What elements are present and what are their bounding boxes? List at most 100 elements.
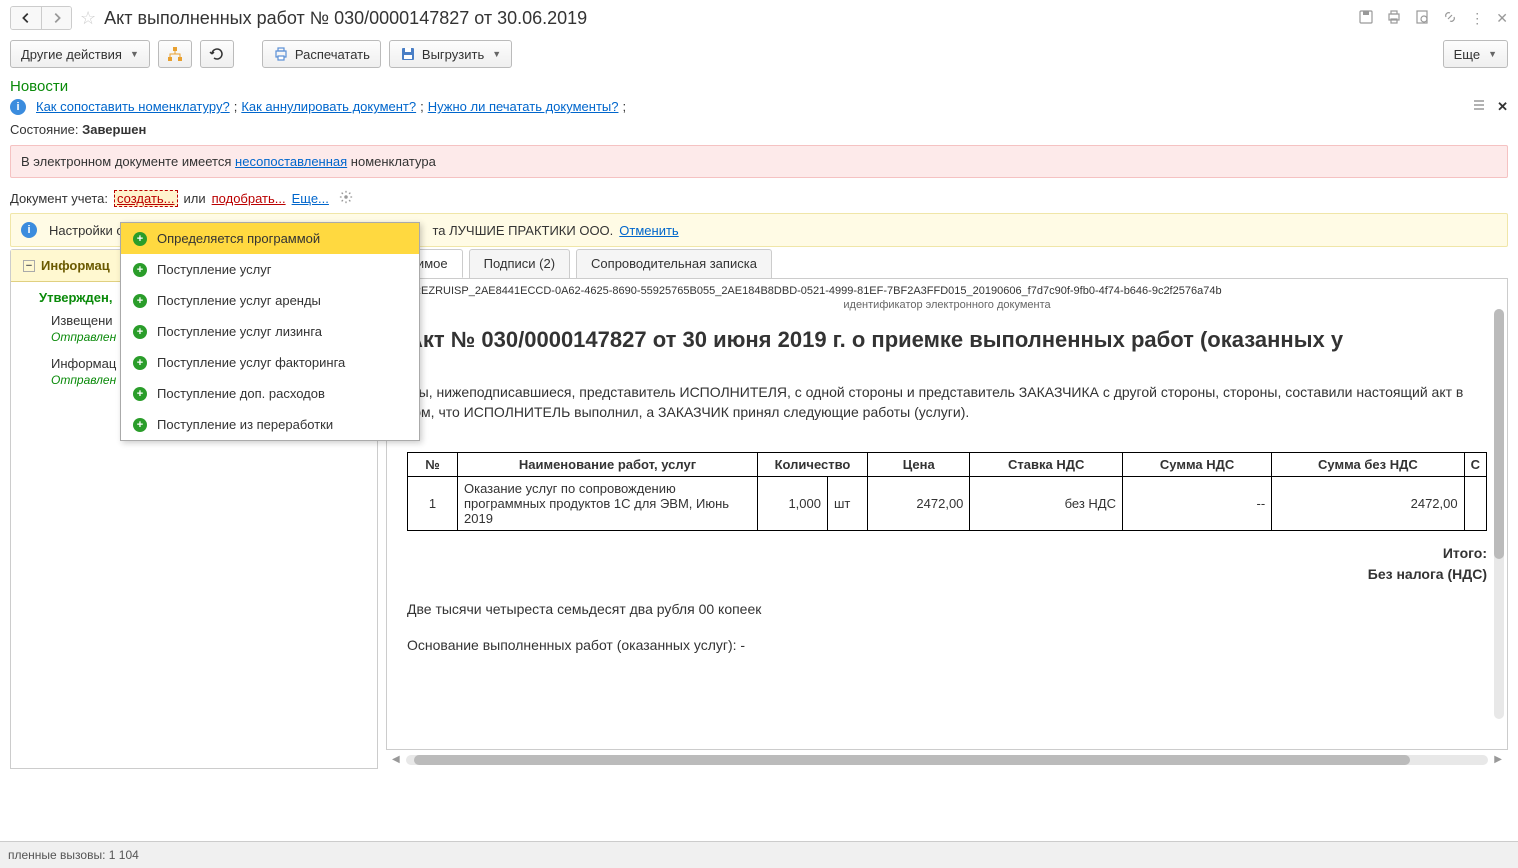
plus-icon: +	[133, 325, 147, 339]
doc-more-link[interactable]: Еще...	[292, 191, 329, 206]
refresh-button[interactable]	[200, 40, 234, 68]
th-qty: Количество	[758, 453, 868, 477]
more-label: Еще	[1454, 47, 1480, 62]
th-sum-no-vat: Сумма без НДС	[1272, 453, 1464, 477]
news-link-2[interactable]: Как аннулировать документ?	[241, 99, 416, 114]
horizontal-scrollbar[interactable]: ◀ ▶	[386, 750, 1508, 769]
more-button[interactable]: Еще ▼	[1443, 40, 1508, 68]
cell-name: Оказание услуг по сопровождению программ…	[458, 477, 758, 531]
arrow-left-icon	[19, 11, 33, 25]
caret-down-icon: ▼	[492, 49, 501, 59]
floppy-icon	[400, 46, 416, 62]
cell-num: 1	[408, 477, 458, 531]
save-icon[interactable]	[1358, 9, 1374, 28]
list-icon[interactable]	[1471, 97, 1487, 116]
cell-extra	[1464, 477, 1486, 531]
cell-sum-no-vat: 2472,00	[1272, 477, 1464, 531]
print-button[interactable]: Распечатать	[262, 40, 381, 68]
plus-icon: +	[133, 232, 147, 246]
info-icon: i	[21, 222, 37, 238]
basis-line: Основание выполненных работ (оказанных у…	[407, 637, 1487, 653]
document-viewer: _REZRUISP_2AE8441ECCD-0A62-4625-8690-559…	[386, 278, 1508, 750]
news-link-3[interactable]: Нужно ли печатать документы?	[428, 99, 619, 114]
plus-icon: +	[133, 294, 147, 308]
doc-paragraph: Мы, нижеподписавшиеся, представитель ИСП…	[407, 383, 1487, 422]
plus-icon: +	[133, 356, 147, 370]
nav-forward-button[interactable]	[41, 7, 71, 29]
th-extra: С	[1464, 453, 1486, 477]
export-button[interactable]: Выгрузить ▼	[389, 40, 512, 68]
collapse-icon[interactable]: −	[23, 260, 35, 272]
plus-icon: +	[133, 263, 147, 277]
plus-icon: +	[133, 387, 147, 401]
link-icon[interactable]	[1442, 9, 1458, 28]
pick-link[interactable]: подобрать...	[212, 191, 286, 206]
arrow-right-icon	[50, 11, 64, 25]
warning-suffix: номенклатура	[347, 154, 436, 169]
th-num: №	[408, 453, 458, 477]
gear-icon[interactable]	[339, 190, 353, 207]
doc-label: Документ учета:	[10, 191, 108, 206]
plus-icon: +	[133, 418, 147, 432]
dropdown-item-leasing[interactable]: + Поступление услуг лизинга	[121, 316, 419, 347]
state-label: Состояние:	[10, 122, 78, 137]
close-news-icon[interactable]: ✕	[1497, 99, 1508, 115]
cell-qty: 1,000	[758, 477, 828, 531]
dropdown-item-auto[interactable]: + Определяется программой	[121, 223, 419, 254]
page-title: Акт выполненных работ № 030/0000147827 о…	[104, 8, 587, 29]
export-label: Выгрузить	[422, 47, 484, 62]
refresh-icon	[209, 46, 225, 62]
hierarchy-icon	[167, 46, 183, 62]
amount-words: Две тысячи четыреста семьдесят два рубля…	[407, 601, 1487, 617]
warning-link[interactable]: несопоставленная	[235, 154, 347, 169]
news-heading: Новости	[10, 78, 1508, 95]
status-text: пленные вызовы: 1 104	[8, 848, 139, 862]
print-label: Распечатать	[295, 47, 370, 62]
favorite-star-icon[interactable]: ☆	[80, 8, 96, 29]
close-icon[interactable]: ✕	[1496, 10, 1508, 27]
caret-down-icon: ▼	[130, 49, 139, 59]
other-actions-button[interactable]: Другие действия ▼	[10, 40, 150, 68]
caret-down-icon: ▼	[1488, 49, 1497, 59]
doc-id-line: _REZRUISP_2AE8441ECCD-0A62-4625-8690-559…	[407, 285, 1487, 297]
print-icon[interactable]	[1386, 9, 1402, 28]
or-text: или	[184, 191, 206, 206]
table-row: 1 Оказание услуг по сопровождению програ…	[408, 477, 1487, 531]
doc-id-sub: идентификатор электронного документа	[407, 299, 1487, 311]
dropdown-item-rent[interactable]: + Поступление услуг аренды	[121, 285, 419, 316]
works-table: № Наименование работ, услуг Количество Ц…	[407, 452, 1487, 531]
printer-icon	[273, 46, 289, 62]
cell-vat-rate: без НДС	[970, 477, 1123, 531]
dropdown-item-add-expenses[interactable]: + Поступление доп. расходов	[121, 378, 419, 409]
hierarchy-button[interactable]	[158, 40, 192, 68]
info-icon: i	[10, 99, 26, 115]
dropdown-item-services[interactable]: + Поступление услуг	[121, 254, 419, 285]
report-icon[interactable]	[1414, 9, 1430, 28]
doc-heading: Акт № 030/0000147827 от 30 июня 2019 г. …	[407, 327, 1487, 353]
create-link[interactable]: создать...	[114, 190, 178, 207]
dropdown-item-processing[interactable]: + Поступление из переработки	[121, 409, 419, 440]
other-actions-label: Другие действия	[21, 47, 122, 62]
status-bar: пленные вызовы: 1 104	[0, 841, 1518, 868]
create-dropdown-menu: + Определяется программой + Поступление …	[120, 222, 420, 441]
news-link-1[interactable]: Как сопоставить номенклатуру?	[36, 99, 230, 114]
cancel-link[interactable]: Отменить	[619, 223, 678, 238]
tab-cover-note[interactable]: Сопроводительная записка	[576, 249, 772, 278]
total-label: Итого:	[407, 543, 1487, 564]
cell-vat-sum: --	[1122, 477, 1271, 531]
state-value: Завершен	[82, 122, 146, 137]
th-name: Наименование работ, услуг	[458, 453, 758, 477]
th-price: Цена	[868, 453, 970, 477]
scroll-left-icon[interactable]: ◀	[392, 754, 400, 765]
th-vat-sum: Сумма НДС	[1122, 453, 1271, 477]
left-tab-label: Информац	[41, 258, 110, 273]
tab-signatures[interactable]: Подписи (2)	[469, 249, 570, 278]
cell-unit: шт	[828, 477, 868, 531]
nav-back-button[interactable]	[11, 7, 41, 29]
kebab-menu-icon[interactable]: ⋮	[1470, 10, 1484, 27]
scroll-right-icon[interactable]: ▶	[1494, 754, 1502, 765]
vertical-scrollbar[interactable]	[1494, 309, 1504, 719]
no-tax-label: Без налога (НДС)	[407, 564, 1487, 585]
th-vat-rate: Ставка НДС	[970, 453, 1123, 477]
dropdown-item-factoring[interactable]: + Поступление услуг факторинга	[121, 347, 419, 378]
